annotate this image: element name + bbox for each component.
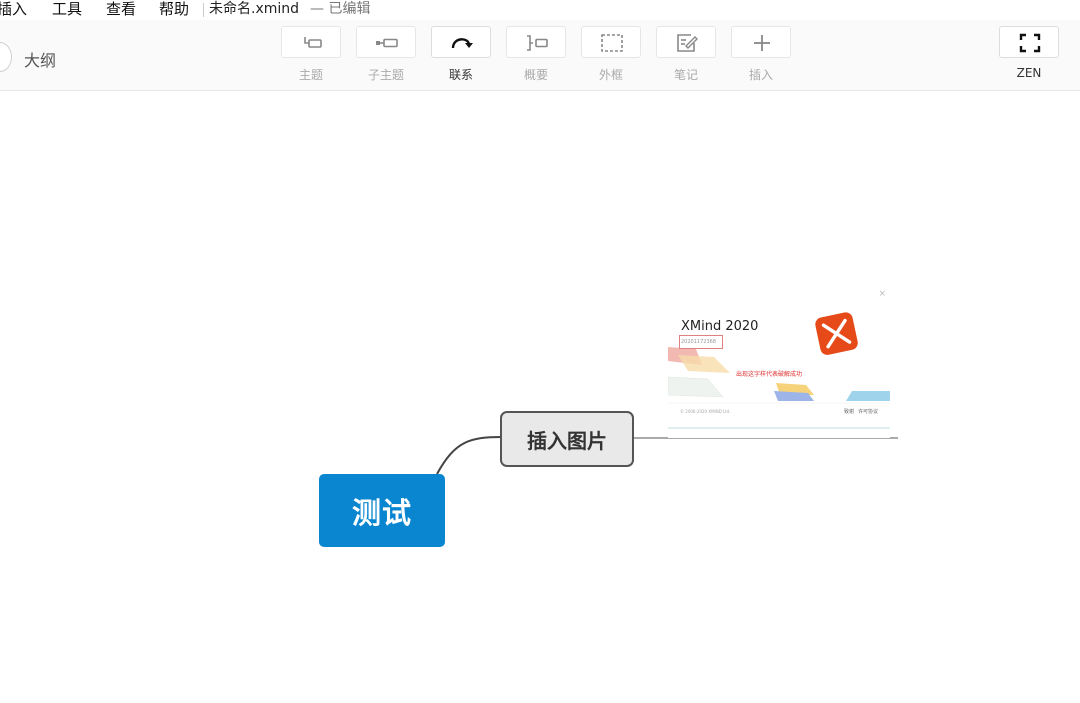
splash-close-icon: × <box>878 289 886 299</box>
xmind-splash-graphic <box>668 312 890 429</box>
relationship-button[interactable] <box>431 26 491 58</box>
insert-tool[interactable]: 插入 <box>731 26 791 86</box>
topic-icon <box>304 37 322 48</box>
subtopic-label: 子主题 <box>367 68 404 82</box>
menu-tools[interactable]: 工具 <box>52 0 82 19</box>
subtopic-insert-image[interactable]: 插入图片 <box>500 411 634 467</box>
summary-tool[interactable]: 概要 <box>506 26 566 86</box>
root-topic[interactable]: 测试 <box>319 474 445 547</box>
summary-icon <box>527 35 548 51</box>
splash-credits: 致谢 <box>844 409 855 415</box>
splash-crack-note: 出现这字样代表破解成功 <box>736 371 803 378</box>
topic-button[interactable] <box>281 26 341 58</box>
relationship-tool[interactable]: 联系 <box>431 26 491 86</box>
note-tool[interactable]: 笔记 <box>656 26 716 86</box>
fullscreen-icon <box>1019 33 1041 53</box>
topic-label: 主题 <box>298 68 323 82</box>
relationship-label: 联系 <box>448 68 473 82</box>
boundary-tool[interactable]: 外框 <box>581 26 641 86</box>
mindmap-connectors <box>436 436 898 475</box>
menu-view[interactable]: 查看 <box>106 0 136 19</box>
splash-copyright: © 2006-2020 XMIND Ltd. <box>680 409 731 414</box>
splash-license: 许可协议 <box>858 409 879 415</box>
inserted-image[interactable]: × XMind 2020 20201172368 出现这字样代表破解成功 © 2… <box>668 287 890 438</box>
menu-insert[interactable]: 插入 <box>0 0 27 19</box>
summary-label: 概要 <box>523 68 548 82</box>
menu-divider <box>203 3 204 17</box>
subtopic-icon <box>376 38 398 48</box>
root-to-subtopic-line <box>436 436 503 475</box>
file-title: 未命名.xmind <box>209 1 300 17</box>
toolbar: 大纲 主题 子主题 联系 概要 外框 笔记 插入 ZEN <box>0 20 1080 91</box>
insert-button[interactable] <box>731 26 791 58</box>
menu-help[interactable]: 帮助 <box>159 0 189 19</box>
boundary-button[interactable] <box>581 26 641 58</box>
boundary-icon <box>601 34 623 52</box>
note-button[interactable] <box>656 26 716 58</box>
outline-toggle[interactable] <box>0 42 12 72</box>
plus-icon <box>754 35 770 51</box>
edit-status: — 已编辑 <box>310 1 371 17</box>
note-icon <box>677 34 698 52</box>
splash-title: XMind 2020 <box>681 319 759 334</box>
subtopic-tool[interactable]: 子主题 <box>356 26 416 86</box>
summary-button[interactable] <box>506 26 566 58</box>
xmind-logo <box>815 312 858 355</box>
topic-tool[interactable]: 主题 <box>281 26 341 86</box>
splash-serial-code: 20201172368 <box>679 335 723 349</box>
subtopic-button[interactable] <box>356 26 416 58</box>
boundary-label: 外框 <box>598 68 623 82</box>
menu-bar: 插入 工具 查看 帮助 未命名.xmind — 已编辑 <box>0 0 1080 20</box>
outline-label[interactable]: 大纲 <box>24 47 56 71</box>
zen-label: ZEN <box>1016 66 1042 80</box>
relationship-icon <box>451 38 473 49</box>
mindmap-canvas[interactable]: 测试 插入图片 × XMind 2020 20201172368 出现这字样代表… <box>0 91 1080 703</box>
zen-button[interactable] <box>999 26 1059 58</box>
zen-tool[interactable]: ZEN <box>999 26 1059 86</box>
insert-label: 插入 <box>748 68 773 82</box>
note-label: 笔记 <box>673 68 698 82</box>
